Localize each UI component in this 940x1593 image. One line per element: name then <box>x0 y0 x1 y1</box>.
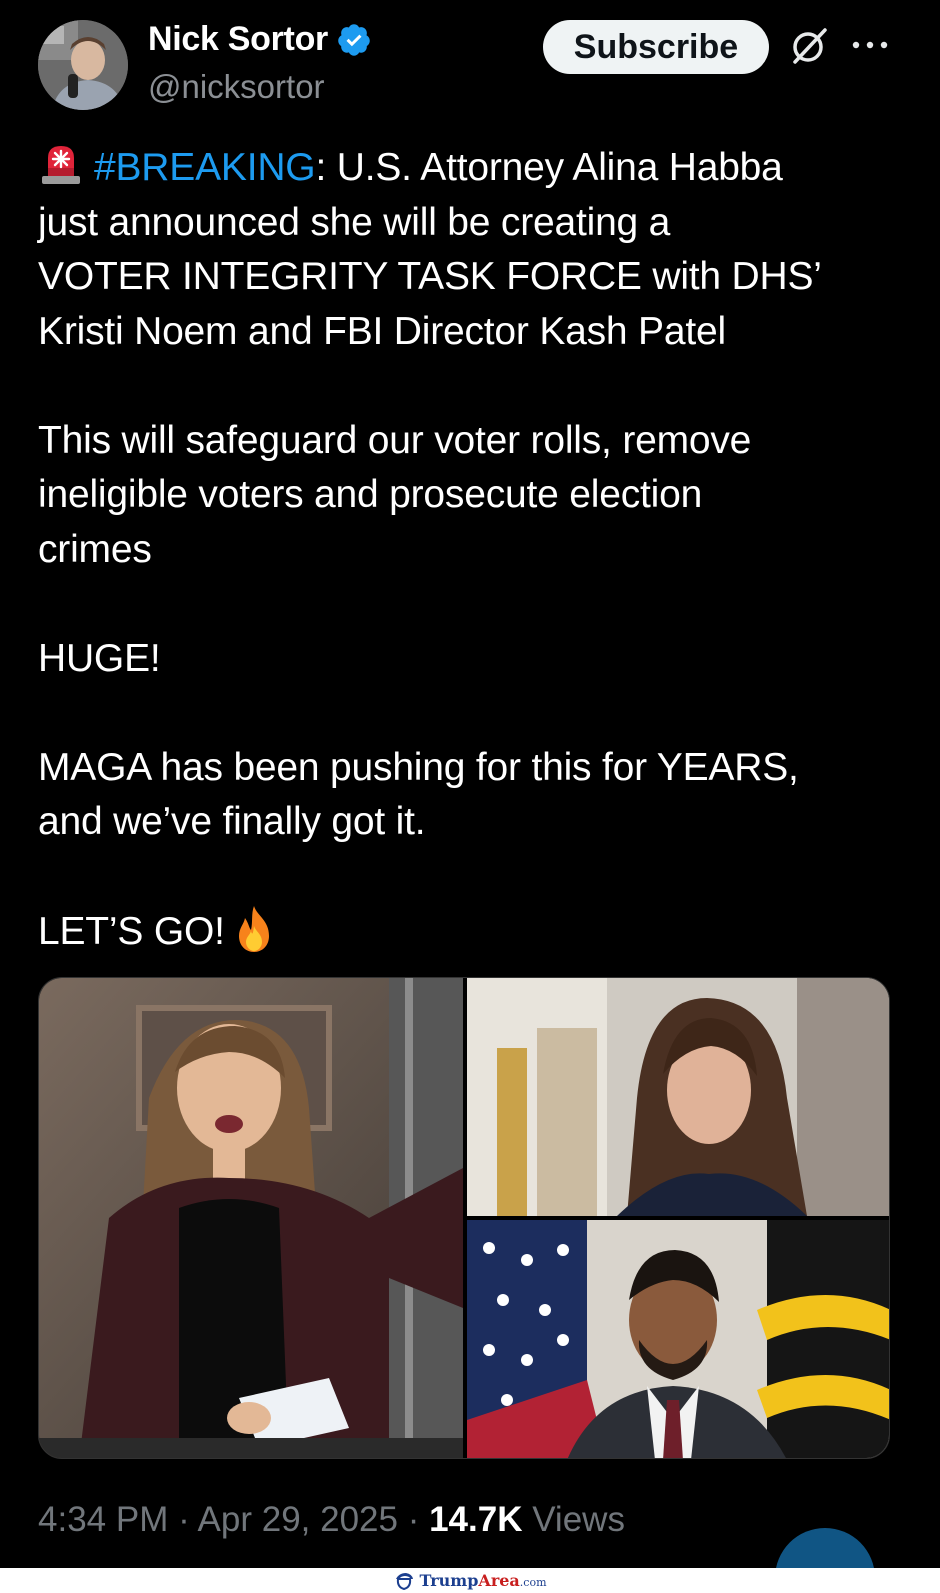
tweet-line-1: : U.S. Attorney Alina Habba <box>315 146 783 189</box>
verified-badge-icon <box>338 23 370 56</box>
tweet-para4-line1: MAGA has been pushing for this for YEARS… <box>38 745 799 789</box>
tweet-time[interactable]: 4:34 PM <box>38 1500 168 1539</box>
tweet-para2-line3: crimes <box>38 527 152 571</box>
views-count: 14.7K <box>429 1500 523 1539</box>
watermark-brand-c: .com <box>519 1576 547 1589</box>
watermark-brand-b: Area <box>478 1571 520 1590</box>
photo-patel[interactable] <box>467 1220 889 1458</box>
watermark-text: TrumpArea.com <box>419 1571 546 1590</box>
author-handle[interactable]: @nicksortor <box>148 68 325 106</box>
photo-habba[interactable] <box>39 978 463 1458</box>
breaking-hashtag-link[interactable]: #BREAKING <box>94 146 316 189</box>
meta-separator: · <box>397 1500 430 1539</box>
tweet-text: #BREAKING: U.S. Attorney Alina Habba jus… <box>38 140 908 960</box>
watermark-brand-a: Trump <box>419 1571 479 1590</box>
trump-area-logo-icon <box>396 1572 414 1590</box>
tweet-para2-line1: This will safeguard our voter rolls, rem… <box>38 418 752 462</box>
tweet-para2-line2: ineligible voters and prosecute election <box>38 473 703 516</box>
tweet-header: Nick Sortor @nicksortor Subscribe <box>0 0 940 120</box>
grok-icon[interactable] <box>787 24 831 68</box>
more-options-icon[interactable] <box>850 30 890 60</box>
tweet-meta: 4:34 PM · Apr 29, 2025 · 14.7K Views <box>38 1500 625 1540</box>
subscribe-button[interactable]: Subscribe <box>543 20 769 74</box>
police-siren-icon <box>42 146 80 184</box>
views-label: Views <box>522 1500 625 1539</box>
media-grid[interactable] <box>38 977 890 1459</box>
tweet-line-4: Kristi Noem and FBI Director Kash Patel <box>38 309 726 353</box>
author-name-row: Nick Sortor <box>148 20 372 59</box>
tweet-para4-line2: and we’ve finally got it. <box>38 800 426 843</box>
tweet-date[interactable]: Apr 29, 2025 <box>198 1500 398 1539</box>
tweet-para5-text: LET’S GO! <box>38 910 225 953</box>
author-name[interactable]: Nick Sortor <box>148 20 328 59</box>
tweet-line-3: VOTER INTEGRITY TASK FORCE with DHS’ <box>38 255 822 298</box>
tweet-para3: HUGE! <box>38 636 161 680</box>
fire-icon <box>238 906 269 952</box>
meta-separator: · <box>168 1500 198 1539</box>
tweet-line-2: just announced she will be creating a <box>38 200 671 244</box>
avatar[interactable] <box>38 20 128 110</box>
tweet-para5: LET’S GO! <box>38 904 908 960</box>
tweet-line: #BREAKING: U.S. Attorney Alina Habba <box>38 140 908 196</box>
photo-noem[interactable] <box>467 978 889 1216</box>
watermark: TrumpArea.com <box>0 1568 940 1593</box>
